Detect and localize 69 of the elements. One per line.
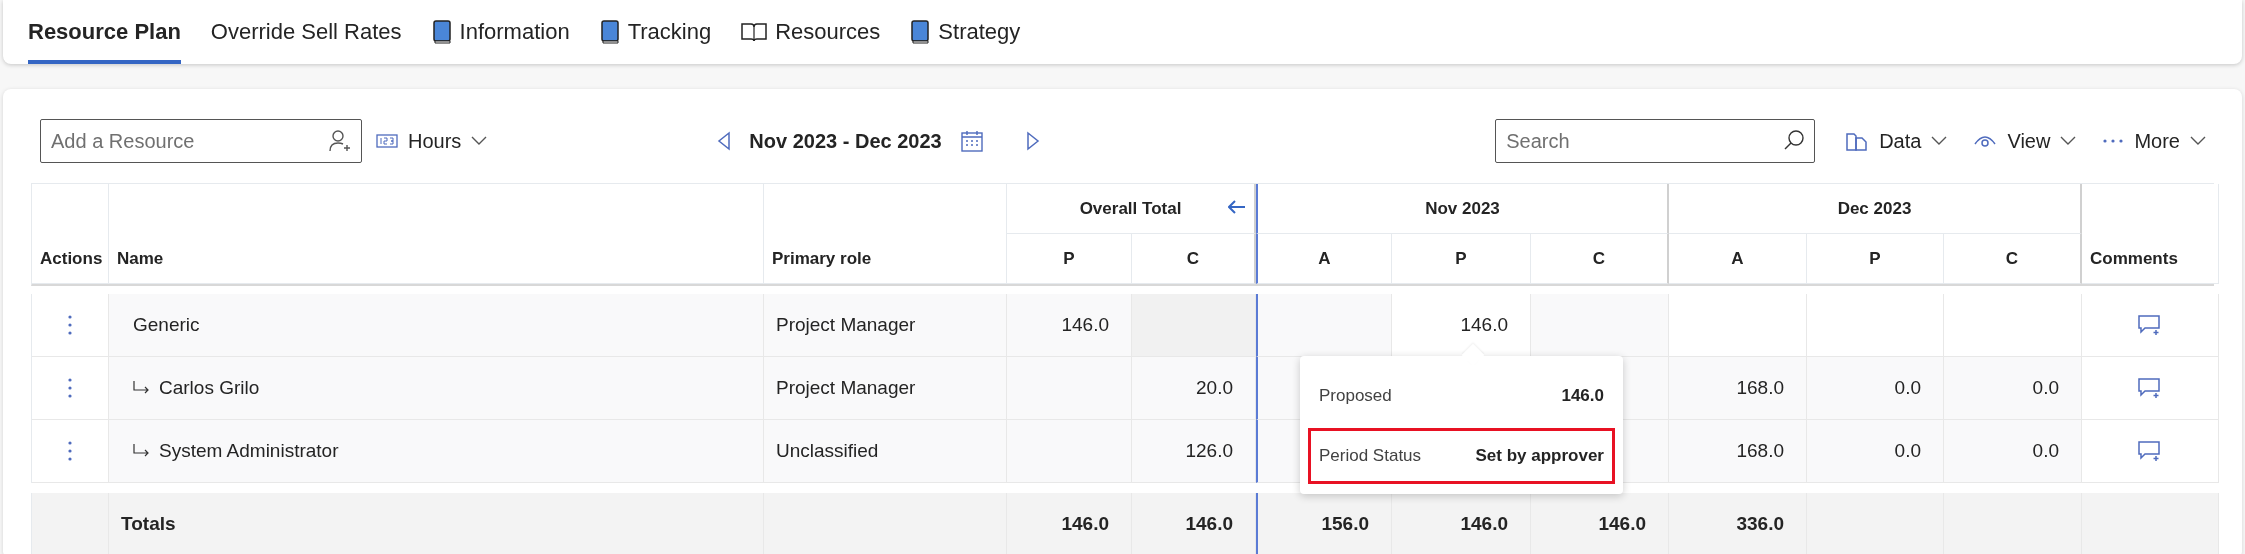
table-cell: 0.0 — [1807, 357, 1944, 420]
tab[interactable]: Strategy — [910, 0, 1021, 64]
child-arrow-icon — [133, 380, 151, 396]
period-label: Nov 2023 - Dec 2023 — [749, 129, 942, 153]
column-group-header: Overall Total — [1007, 184, 1256, 234]
column-header: P — [1807, 234, 1944, 284]
column-header: Primary role — [764, 184, 1007, 284]
table-cell: 146.0 — [1007, 493, 1132, 554]
search-icon — [1783, 129, 1806, 151]
table-cell: 156.0 — [1256, 493, 1392, 554]
tooltip-value: Set by approver — [1475, 446, 1604, 466]
table-cell: 168.0 — [1669, 420, 1807, 483]
column-header: A — [1669, 234, 1807, 284]
table-cell: 0.0 — [1944, 357, 2082, 420]
column-header: Actions — [32, 184, 109, 284]
table-cell: 0.0 — [1807, 420, 1944, 483]
hours-dropdown[interactable]: Hours — [370, 129, 494, 153]
number-icon — [376, 134, 398, 148]
column-header: C — [1531, 234, 1669, 284]
resource-name: Carlos Grilo — [159, 377, 260, 399]
table-cell: 146.0 — [1392, 493, 1531, 554]
child-arrow-icon — [133, 443, 151, 459]
table-cell: Project Manager — [764, 357, 1007, 420]
tab[interactable]: Tracking — [599, 0, 712, 64]
column-header: Comments — [2082, 184, 2219, 284]
book-icon — [910, 20, 931, 44]
table-cell: 146.0 — [1531, 493, 1669, 554]
table-cell: 20.0 — [1132, 357, 1256, 420]
column-header: C — [1132, 234, 1256, 284]
column-header: C — [1944, 234, 2082, 284]
table-cell: 146.0 — [1007, 294, 1132, 357]
book-icon — [431, 20, 452, 44]
tooltip-value: 146.0 — [1561, 386, 1604, 406]
search-field[interactable]: Search — [1495, 119, 1816, 163]
chevron-down-icon — [1931, 136, 1948, 146]
chevron-down-icon — [2190, 136, 2206, 146]
column-header: P — [1392, 234, 1531, 284]
table-cell: 336.0 — [1669, 493, 1807, 554]
arrow-left-icon[interactable] — [1228, 200, 1246, 214]
ellipsis-icon — [2102, 138, 2125, 144]
open-book-icon — [741, 21, 768, 43]
tooltip-label: Period Status — [1319, 446, 1422, 466]
column-group-header: Nov 2023 — [1256, 184, 1669, 234]
add-resource-field[interactable]: Add a Resource — [40, 119, 362, 163]
table-cell: 126.0 — [1132, 420, 1256, 483]
tooltip-label: Proposed — [1319, 386, 1392, 406]
chevron-down-icon — [2060, 136, 2077, 146]
table-cell: Project Manager — [764, 294, 1007, 357]
tab[interactable]: Resource Plan — [28, 0, 181, 64]
totals-label: Totals — [109, 493, 764, 554]
column-header: A — [1256, 234, 1392, 284]
table-cell: 168.0 — [1669, 357, 1807, 420]
add-person-icon — [328, 129, 352, 153]
menu-button[interactable]: Data — [1839, 129, 1954, 153]
table-cell: 146.0 — [1132, 493, 1256, 554]
table-cell: Unclassified — [764, 420, 1007, 483]
book-icon — [599, 20, 620, 44]
tab[interactable]: Resources — [741, 0, 881, 64]
tab[interactable]: Information — [431, 0, 570, 64]
column-group-header: Dec 2023 — [1669, 184, 2082, 234]
column-header: P — [1007, 234, 1132, 284]
column-header: Name — [109, 184, 764, 284]
table-cell: 0.0 — [1944, 420, 2082, 483]
menu-button[interactable]: More — [2096, 129, 2212, 153]
menu-button[interactable]: View — [1967, 129, 2083, 153]
tab[interactable]: Override Sell Rates — [210, 0, 402, 64]
chevron-down-icon — [471, 136, 488, 146]
resource-name: System Administrator — [159, 440, 339, 462]
resource-name: Generic — [133, 314, 200, 336]
